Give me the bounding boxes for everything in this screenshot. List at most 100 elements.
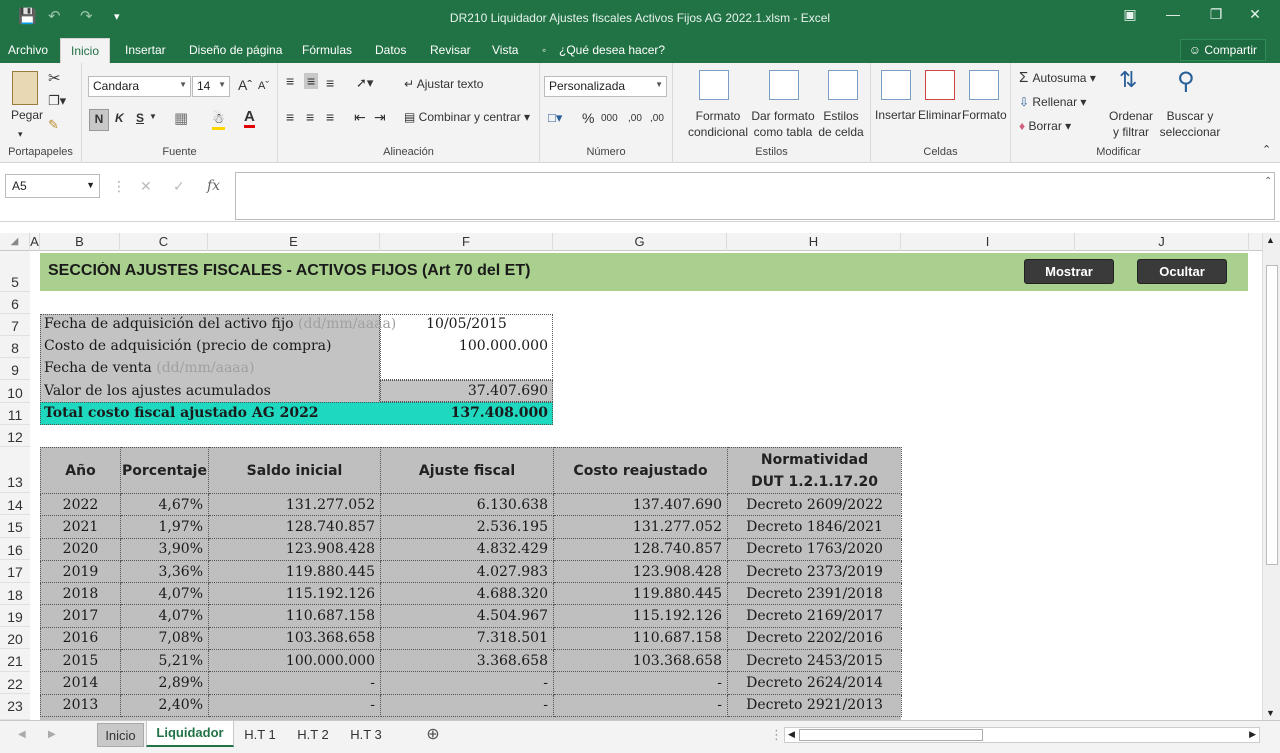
cell-percent[interactable]: 4,07% [120,582,209,606]
cell-regulation[interactable]: Decreto 2624/2014 [727,671,902,695]
tab-diseno[interactable]: Diseño de página [189,43,282,57]
col-header-h[interactable]: H [727,233,901,251]
cell-regulation[interactable]: Decreto 1846/2021 [727,515,902,539]
increase-decimal-button[interactable]: ,00 [628,113,642,124]
cell-regulation[interactable]: Decreto 2391/2018 [727,582,902,606]
prev-sheet-icon[interactable]: ◀ [18,723,26,747]
font-name-select[interactable]: Candara ▼ [88,76,191,97]
sheet-tab-ht3[interactable]: H.T 3 [343,723,389,747]
row-header[interactable]: 17 [0,560,30,583]
cell-fiscal-adjustment[interactable]: 4.832.429 [380,537,554,561]
scroll-down-icon[interactable]: ▼ [1266,708,1275,718]
cell-initial-balance[interactable]: 100.000.000 [208,649,381,673]
row-header[interactable]: 8 [0,336,30,358]
conditional-format-button[interactable]: Formato condicional [679,108,757,140]
cancel-icon[interactable]: ✕ [140,178,152,195]
cell-year[interactable]: 2022 [40,492,121,517]
italic-button[interactable]: K [115,111,124,125]
cell-fiscal-adjustment[interactable]: 2.536.195 [380,515,554,539]
vertical-scroll-thumb[interactable] [1266,265,1278,565]
orientation-icon[interactable]: ➚▾ [356,75,373,91]
enter-icon[interactable]: ✓ [173,178,185,195]
cell-readjusted-cost[interactable]: - [553,693,728,717]
cell-percent[interactable]: 3,90% [120,537,209,561]
increase-indent-icon[interactable]: ⇥ [374,109,386,126]
formula-input[interactable] [235,172,1275,220]
share-button[interactable]: ☺ Compartir [1179,39,1266,61]
cell-fiscal-adjustment[interactable]: 4.027.983 [380,559,554,584]
cell-initial-balance[interactable]: 110.687.158 [208,604,381,628]
expand-formula-icon[interactable]: ⌃ [1264,176,1272,187]
cell-fiscal-adjustment[interactable]: 3.368.658 [380,649,554,673]
font-color-icon[interactable]: A [244,108,255,128]
sheet-tab-ht2[interactable]: H.T 2 [290,723,336,747]
row-header[interactable]: 23 [0,694,30,720]
cell-regulation[interactable]: Decreto 2202/2016 [727,626,902,651]
hide-button[interactable]: Ocultar [1137,259,1227,284]
delete-cells-button[interactable]: Eliminar [918,108,961,122]
shrink-font-icon[interactable]: Aˇ [258,80,269,92]
cell-fiscal-adjustment[interactable]: 4.688.320 [380,582,554,606]
tab-insertar[interactable]: Insertar [125,43,166,57]
tab-vista[interactable]: Vista [492,43,518,57]
col-header-i[interactable]: I [901,233,1075,251]
horizontal-scrollbar[interactable]: ◀ ▶ [784,727,1260,743]
thousands-button[interactable]: 000 [601,113,618,124]
select-all-icon[interactable]: ◢ [0,233,30,251]
cell-readjusted-cost[interactable]: 128.740.857 [553,537,728,561]
tab-revisar[interactable]: Revisar [430,43,471,57]
align-bottom-icon[interactable]: ≡ [326,75,334,91]
close-icon[interactable]: ✕ [1240,6,1270,23]
tell-me-input[interactable]: ¿Qué desea hacer? [559,43,665,57]
cell-percent[interactable]: 4,67% [120,492,209,517]
decrease-indent-icon[interactable]: ⇤ [354,109,366,126]
cell-year[interactable]: 2015 [40,649,121,673]
sheet-tab-liquidador[interactable]: Liquidador [146,721,234,747]
align-left-icon[interactable]: ≡ [286,109,294,125]
cell-year[interactable]: 2020 [40,537,121,561]
cell-percent[interactable]: 7,08% [120,626,209,651]
cell-initial-balance[interactable]: - [208,693,381,717]
row-header[interactable]: 11 [0,403,30,425]
row-header[interactable]: 12 [0,425,30,447]
row-header[interactable]: 13 [0,447,30,493]
cell-fiscal-adjustment[interactable]: 6.130.638 [380,492,554,517]
cell-year[interactable]: 2013 [40,693,121,717]
cell-percent[interactable]: 4,07% [120,604,209,628]
find-select-button[interactable]: Buscar y seleccionar [1155,108,1225,140]
format-painter-icon[interactable]: ✎ [48,117,59,133]
number-format-select[interactable]: Personalizada ▼ [544,76,667,97]
accounting-format-icon[interactable]: □▾ [548,110,562,126]
row-header[interactable]: 18 [0,583,30,605]
cell-year[interactable]: 2017 [40,604,121,628]
cell-readjusted-cost[interactable]: - [553,671,728,695]
cell-regulation[interactable]: Decreto 2921/2013 [727,693,902,717]
paste-button[interactable]: Pegar [11,108,43,122]
split-handle-icon[interactable]: ⋮ [770,723,783,747]
row-header[interactable]: 6 [0,292,30,314]
cell-year[interactable]: 2016 [40,626,121,651]
cell-readjusted-cost[interactable]: 123.908.428 [553,559,728,584]
chevron-down-icon[interactable]: ▼ [149,112,157,121]
tab-formulas[interactable]: Fórmulas [302,43,352,57]
underline-button[interactable]: S [136,111,144,125]
cell-year[interactable]: 2019 [40,559,121,584]
sheet-tab-inicio[interactable]: Inicio [97,723,144,747]
maximize-icon[interactable]: ❐ [1201,6,1231,23]
row-header[interactable]: 14 [0,493,30,515]
format-as-table-button[interactable]: Dar formato como tabla [749,108,817,140]
merge-center-button[interactable]: ▤ Combinar y centrar ▾ [404,110,530,124]
cell-fiscal-adjustment[interactable]: 7.318.501 [380,626,554,651]
cell-regulation[interactable]: Decreto 2373/2019 [727,559,902,584]
format-cells-button[interactable]: Formato [962,108,1007,122]
fill-button[interactable]: ⇩ Rellenar ▾ [1019,95,1086,109]
row-header[interactable]: 19 [0,605,30,627]
cell-percent[interactable]: 1,97% [120,515,209,539]
ribbon-display-icon[interactable]: ▣ [1115,6,1145,23]
row-header[interactable]: 15 [0,515,30,538]
cell-readjusted-cost[interactable]: 137.407.690 [553,492,728,517]
cell-percent[interactable]: 3,36% [120,559,209,584]
align-middle-icon[interactable]: ≡ [304,73,319,89]
decrease-decimal-button[interactable]: ,00 [650,113,664,124]
cell-year[interactable]: 2018 [40,582,121,606]
